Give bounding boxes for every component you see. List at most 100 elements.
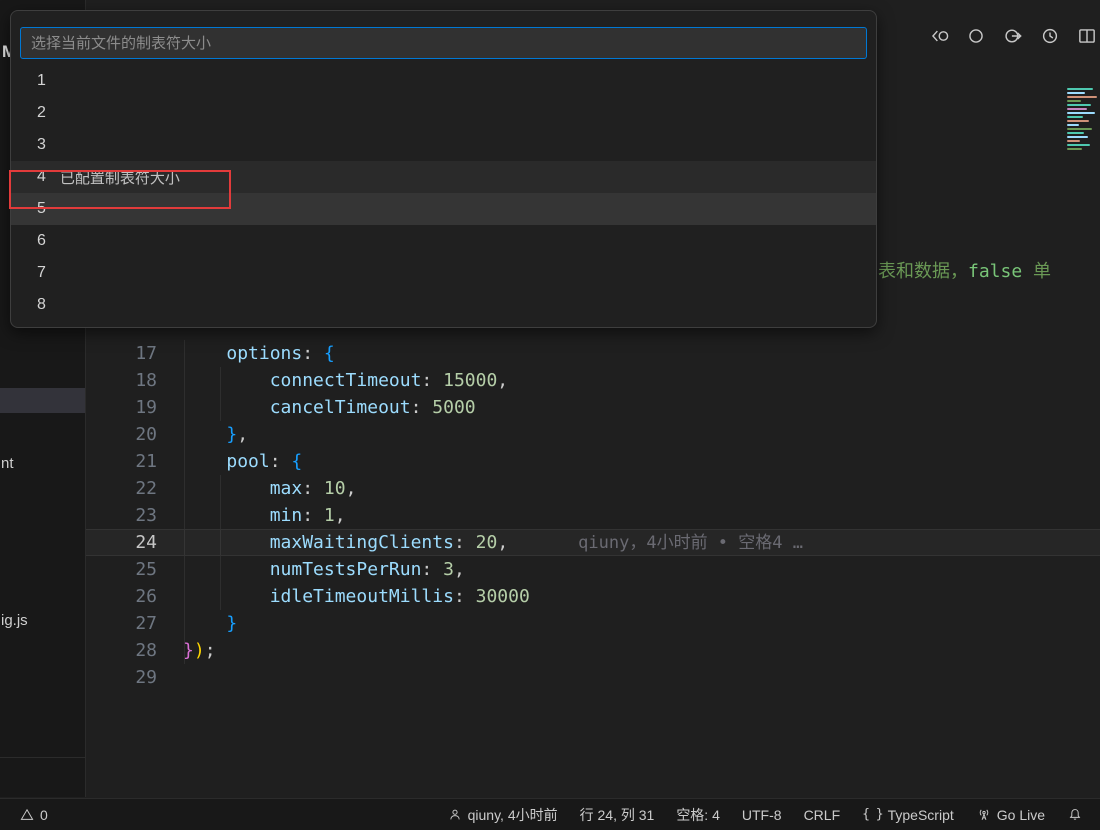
minimap-bar — [1067, 108, 1087, 110]
sidebar-selected-row[interactable] — [0, 388, 85, 413]
line-number[interactable]: 22 — [86, 475, 157, 502]
quick-pick-item-label: 4 — [37, 168, 46, 186]
minimap[interactable] — [1063, 86, 1100, 156]
quick-pick-item-label: 5 — [37, 200, 46, 218]
code-line-text: cancelTimeout: 5000 — [183, 394, 476, 421]
code-line[interactable]: 21 pool: { — [86, 448, 1100, 475]
minimap-bar — [1067, 112, 1095, 114]
code-line[interactable]: 24 maxWaitingClients: 20,qiuny，4小时前 • 空格… — [86, 529, 1100, 556]
quick-pick-item-label: 2 — [37, 104, 46, 122]
code-line[interactable]: 20 }, — [86, 421, 1100, 448]
minimap-bar — [1067, 148, 1082, 150]
quick-pick-item[interactable]: 7 — [11, 257, 876, 289]
quick-pick-item[interactable]: 1 — [11, 65, 876, 97]
line-number[interactable]: 18 — [86, 367, 157, 394]
split-editor-icon[interactable] — [1076, 25, 1098, 47]
quick-pick-item[interactable]: 6 — [11, 225, 876, 257]
record-icon[interactable] — [965, 25, 987, 47]
line-number[interactable]: 26 — [86, 583, 157, 610]
minimap-bar — [1067, 96, 1097, 98]
encoding-status[interactable]: UTF-8 — [731, 799, 793, 830]
code-line[interactable]: 18 connectTimeout: 15000, — [86, 367, 1100, 394]
quick-pick-item[interactable]: 3 — [11, 129, 876, 161]
quick-pick-item-description: 已配置制表符大小 — [60, 167, 180, 188]
code-line-text: }); — [183, 637, 216, 664]
minimap-bar — [1067, 140, 1080, 142]
line-number[interactable]: 21 — [86, 448, 157, 475]
line-number[interactable]: 27 — [86, 610, 157, 637]
code-line-text: max: 10, — [183, 475, 356, 502]
warning-icon — [19, 807, 35, 823]
line-number[interactable]: 25 — [86, 556, 157, 583]
language-status[interactable]: { } TypeScript — [851, 799, 965, 830]
code-line-text: }, — [183, 421, 248, 448]
code-line-text: connectTimeout: 15000, — [183, 367, 508, 394]
code-line[interactable]: 29 — [86, 664, 1100, 691]
line-number[interactable]: 28 — [86, 637, 157, 664]
braces-icon: { } — [862, 807, 882, 822]
go-forward-icon[interactable] — [1002, 25, 1024, 47]
code-line-text: } — [183, 610, 237, 637]
blame-text: qiuny, 4小时前 — [468, 805, 558, 825]
cursor-position[interactable]: 行 24, 列 31 — [569, 799, 666, 830]
quick-pick-item[interactable]: 4 已配置制表符大小 — [11, 161, 876, 193]
code-line[interactable]: 23 min: 1, — [86, 502, 1100, 529]
code-line[interactable]: 26 idleTimeoutMillis: 30000 — [86, 583, 1100, 610]
problems-status[interactable]: 0 — [8, 799, 59, 830]
code-line[interactable]: 27 } — [86, 610, 1100, 637]
minimap-bar — [1067, 116, 1083, 118]
broadcast-icon — [976, 807, 992, 823]
eol-status[interactable]: CRLF — [793, 799, 852, 830]
open-changes-icon[interactable] — [928, 25, 950, 47]
code-line-text: numTestsPerRun: 3, — [183, 556, 465, 583]
minimap-bar — [1067, 136, 1088, 138]
editor-toolbar — [928, 25, 1098, 47]
code-lines: 17 options: {18 connectTimeout: 15000,19… — [86, 340, 1100, 691]
code-line[interactable]: 28}); — [86, 637, 1100, 664]
quick-pick-item-label: 6 — [37, 232, 46, 250]
go-live-button[interactable]: Go Live — [965, 799, 1056, 830]
minimap-bar — [1067, 144, 1090, 146]
code-line-text: idleTimeoutMillis: 30000 — [183, 583, 530, 610]
notifications-button[interactable] — [1056, 799, 1094, 830]
line-number[interactable]: 24 — [86, 529, 157, 556]
quick-pick: 1 2 3 4 已配置制表符大小 5 6 7 8 — [10, 10, 877, 328]
bell-icon — [1067, 807, 1083, 823]
status-bar: 0 qiuny, 4小时前 行 24, 列 31 空格: 4 UTF-8 CRL… — [0, 798, 1100, 830]
quick-pick-input[interactable] — [29, 34, 858, 53]
code-line[interactable]: 25 numTestsPerRun: 3, — [86, 556, 1100, 583]
code-line-text: maxWaitingClients: 20,qiuny，4小时前 • 空格4 … — [183, 529, 803, 556]
line-number[interactable]: 29 — [86, 664, 157, 691]
quick-pick-list: 1 2 3 4 已配置制表符大小 5 6 7 8 — [11, 65, 876, 321]
code-line-text: options: { — [183, 340, 335, 367]
minimap-bar — [1067, 88, 1093, 90]
sidebar-file-item[interactable]: nt — [1, 455, 14, 472]
code-line[interactable]: 19 cancelTimeout: 5000 — [86, 394, 1100, 421]
blame-status[interactable]: qiuny, 4小时前 — [436, 799, 569, 830]
minimap-bar — [1067, 100, 1081, 102]
code-line[interactable]: 22 max: 10, — [86, 475, 1100, 502]
line-number[interactable]: 17 — [86, 340, 157, 367]
vscode-window: M nt ig.js 表和数据，false 单 17 options: {18 … — [0, 0, 1100, 830]
code-line-text: pool: { — [183, 448, 302, 475]
code-line-text: min: 1, — [183, 502, 346, 529]
history-icon[interactable] — [1039, 25, 1061, 47]
minimap-bar — [1067, 128, 1092, 130]
minimap-bar — [1067, 92, 1085, 94]
minimap-bar — [1067, 104, 1091, 106]
line-number[interactable]: 20 — [86, 421, 157, 448]
code-fragment: 表和数据，false 单 — [878, 257, 1100, 283]
minimap-bar — [1067, 124, 1079, 126]
sidebar-divider — [0, 757, 85, 758]
line-number[interactable]: 23 — [86, 502, 157, 529]
quick-pick-item[interactable]: 5 — [11, 193, 876, 225]
sidebar-file-item[interactable]: ig.js — [1, 612, 28, 629]
quick-pick-item-label: 1 — [37, 72, 46, 90]
quick-pick-item-label: 7 — [37, 264, 46, 282]
minimap-bar — [1067, 120, 1089, 122]
line-number[interactable]: 19 — [86, 394, 157, 421]
code-line[interactable]: 17 options: { — [86, 340, 1100, 367]
indentation-status[interactable]: 空格: 4 — [665, 799, 731, 830]
quick-pick-item[interactable]: 8 — [11, 289, 876, 321]
quick-pick-item[interactable]: 2 — [11, 97, 876, 129]
